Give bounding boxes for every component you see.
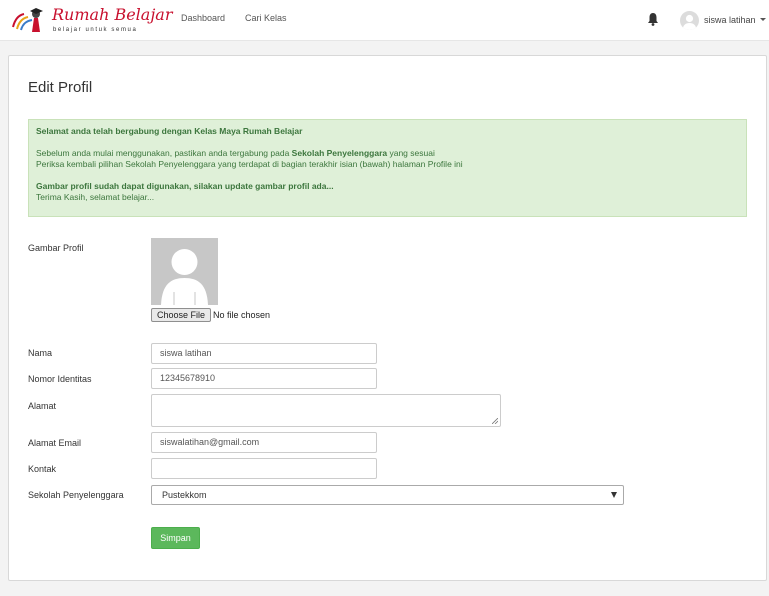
alert-heading: Selamat anda telah bergabung dengan Kela…: [36, 126, 303, 136]
bell-icon[interactable]: [647, 12, 659, 26]
school-label: Sekolah Penyelenggara: [28, 490, 124, 500]
alert-line-3: Terima Kasih, selamat belajar...: [36, 192, 155, 202]
address-textarea[interactable]: [151, 394, 501, 427]
name-field[interactable]: siswa latihan: [151, 343, 377, 364]
brand-tagline: belajar untuk semua: [53, 27, 138, 33]
brand-name: Rumah Belajar: [52, 5, 173, 24]
nav-link-dashboard[interactable]: Dashboard: [181, 13, 225, 23]
page-title: Edit Profil: [28, 79, 93, 96]
school-select[interactable]: Pustekkom: [151, 485, 624, 505]
info-alert: Selamat anda telah bergabung dengan Kela…: [28, 119, 747, 217]
user-menu-name[interactable]: siswa latihan: [704, 15, 756, 25]
school-select-value: Pustekkom: [162, 490, 207, 500]
contact-field[interactable]: [151, 458, 377, 479]
nav-link-cari-kelas[interactable]: Cari Kelas: [245, 13, 287, 23]
resize-grip-icon[interactable]: [492, 418, 498, 424]
alert-line-2: Periksa kembali pilihan Sekolah Penyelen…: [36, 159, 463, 169]
contact-label: Kontak: [28, 464, 57, 474]
brand-logo[interactable]: Rumah Belajar belajar untuk semua: [9, 4, 173, 38]
edit-profile-panel: Edit Profil Selamat anda telah bergabung…: [8, 55, 767, 581]
email-field[interactable]: siswalatihan@gmail.com: [151, 432, 377, 453]
id-number-label: Nomor Identitas: [28, 374, 92, 384]
default-profile-icon: [151, 238, 218, 305]
logo-icon: [12, 8, 43, 32]
email-label: Alamat Email: [28, 438, 82, 448]
top-navbar: Rumah Belajar belajar untuk semua Dashbo…: [0, 0, 769, 41]
chevron-down-icon[interactable]: [760, 18, 766, 21]
save-button[interactable]: Simpan: [151, 527, 200, 549]
alert-heading-2: Gambar profil sudah dapat digunakan, sil…: [36, 181, 334, 191]
user-avatar-icon[interactable]: [680, 11, 699, 30]
id-number-field[interactable]: 12345678910: [151, 368, 377, 389]
address-label: Alamat: [28, 401, 57, 411]
alert-line-1: Sebelum anda mulai menggunakan, pastikan…: [36, 148, 435, 158]
dropdown-arrow-icon[interactable]: [611, 492, 617, 498]
name-label: Nama: [28, 348, 53, 358]
choose-file-button[interactable]: Choose File: [151, 308, 212, 322]
profile-picture-label: Gambar Profil: [28, 243, 84, 253]
file-status-text: No file chosen: [213, 310, 271, 320]
